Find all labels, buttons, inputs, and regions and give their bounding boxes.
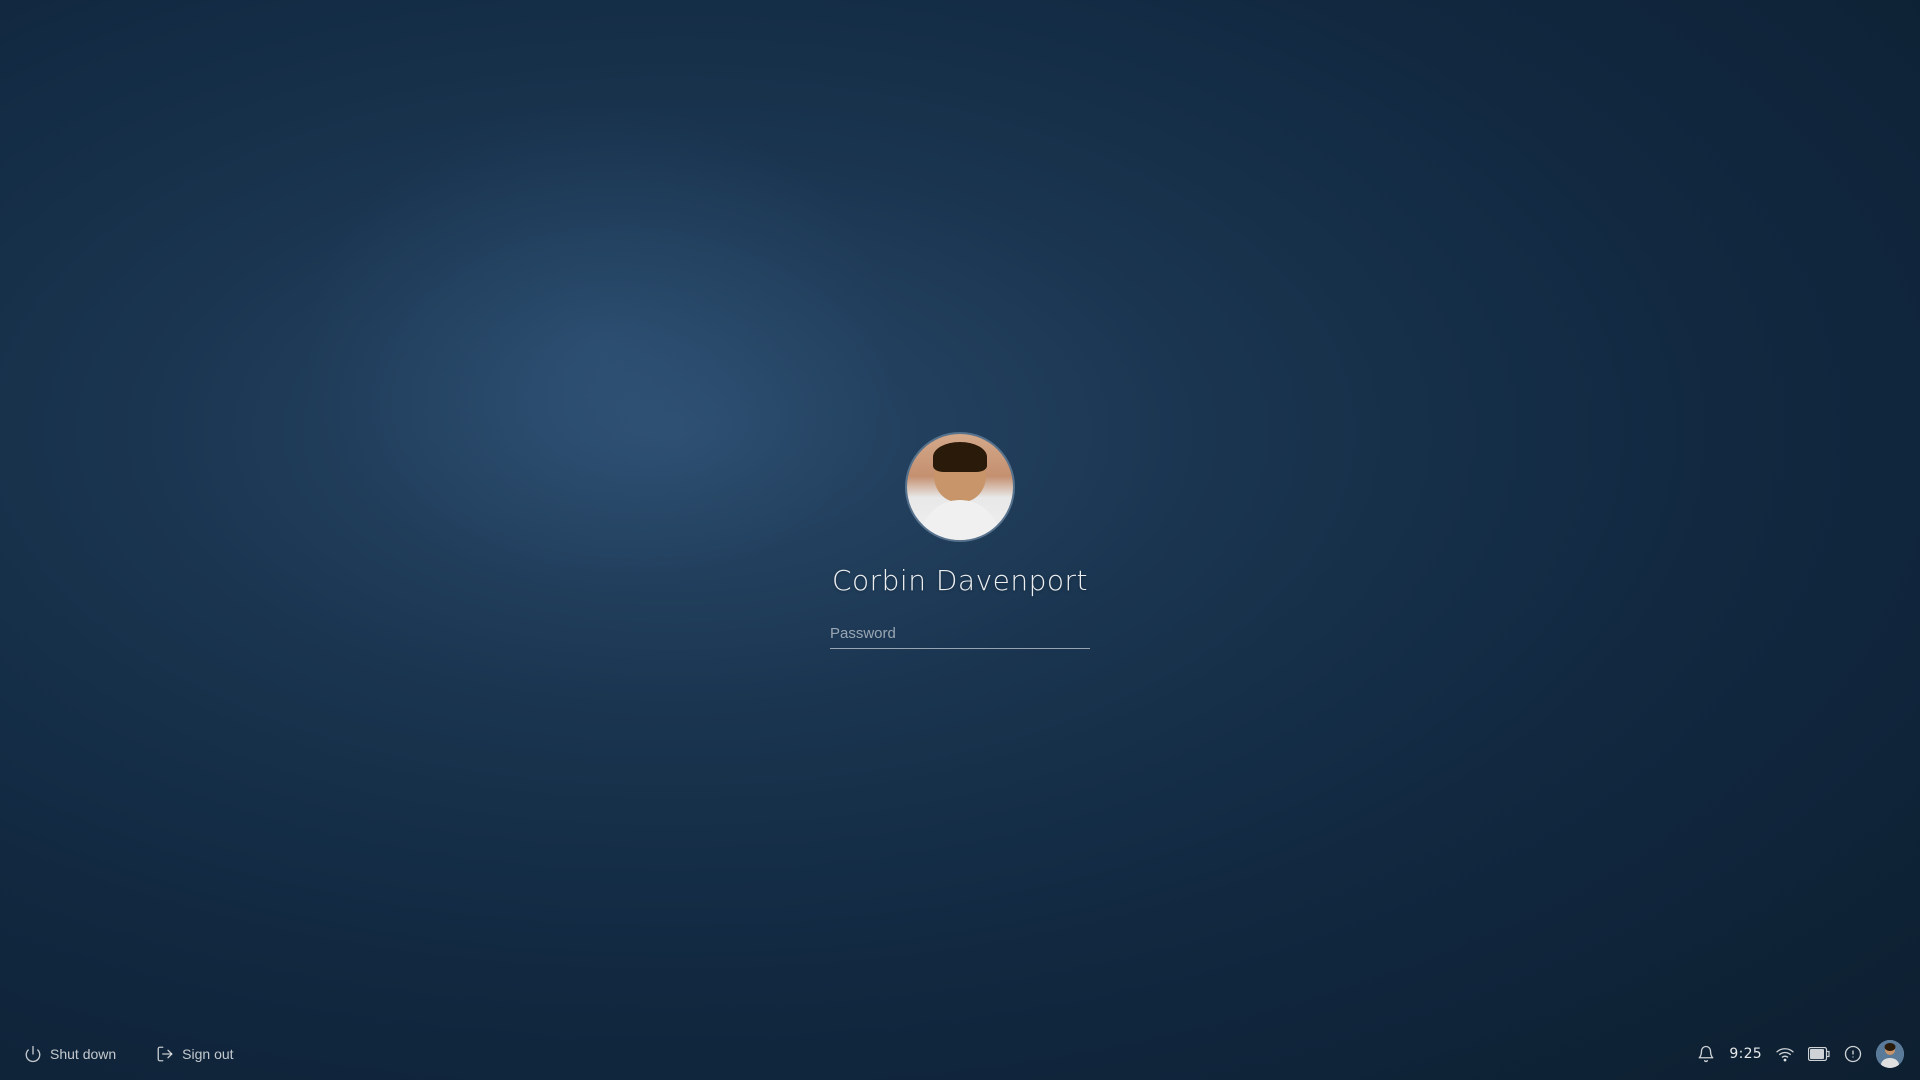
power-icon: [24, 1045, 42, 1063]
password-input[interactable]: [830, 619, 1078, 648]
submit-button[interactable]: [1078, 629, 1090, 637]
signout-label: Sign out: [182, 1046, 233, 1062]
wifi-icon[interactable]: [1776, 1045, 1794, 1063]
signout-icon: [156, 1045, 174, 1063]
bottom-left-actions: Shut down Sign out: [16, 1039, 242, 1069]
battery-icon[interactable]: [1808, 1047, 1830, 1061]
accessibility-icon[interactable]: [1844, 1045, 1862, 1063]
clock-label: 9:25: [1729, 1046, 1762, 1062]
avatar-image: [907, 434, 1013, 540]
shutdown-label: Shut down: [50, 1046, 116, 1062]
bottom-bar: Shut down Sign out 9:25: [0, 1028, 1920, 1080]
password-row: [830, 619, 1090, 649]
username-label: Corbin Davenport: [832, 564, 1088, 597]
signout-button[interactable]: Sign out: [148, 1039, 241, 1069]
login-container: Corbin Davenport: [830, 432, 1090, 649]
shutdown-button[interactable]: Shut down: [16, 1039, 124, 1069]
notification-bell-icon[interactable]: [1697, 1045, 1715, 1063]
avatar: [905, 432, 1015, 542]
bottom-right-status: 9:25: [1697, 1040, 1904, 1068]
tray-avatar[interactable]: [1876, 1040, 1904, 1068]
